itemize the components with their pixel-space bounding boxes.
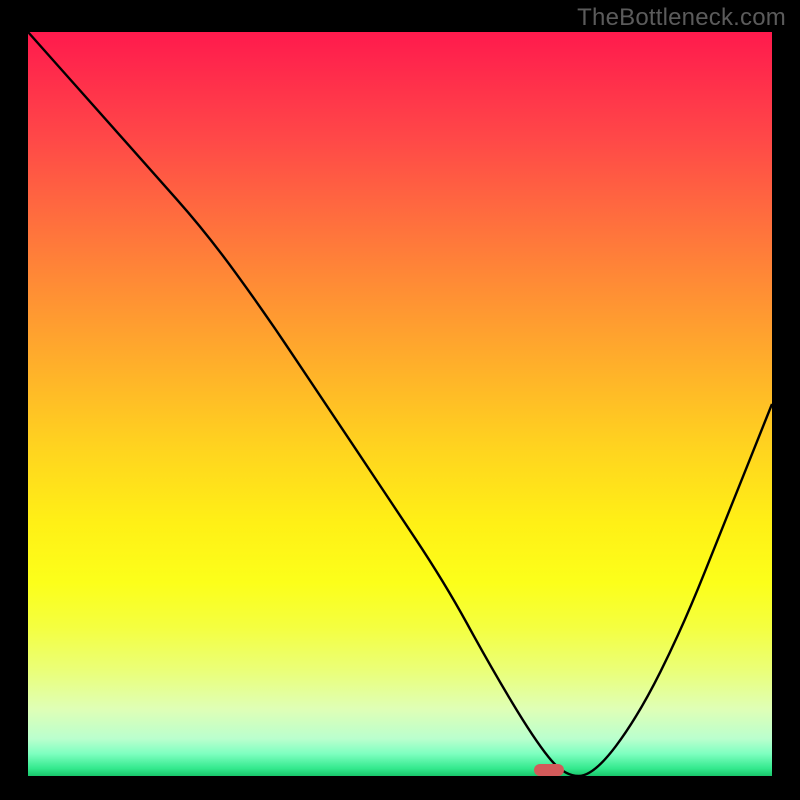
- curve-path: [28, 32, 772, 776]
- optimal-point-marker: [534, 764, 564, 776]
- bottleneck-curve: [28, 32, 772, 776]
- plot-area: [28, 32, 772, 776]
- watermark-text: TheBottleneck.com: [577, 4, 786, 32]
- chart-container: TheBottleneck.com: [0, 0, 800, 800]
